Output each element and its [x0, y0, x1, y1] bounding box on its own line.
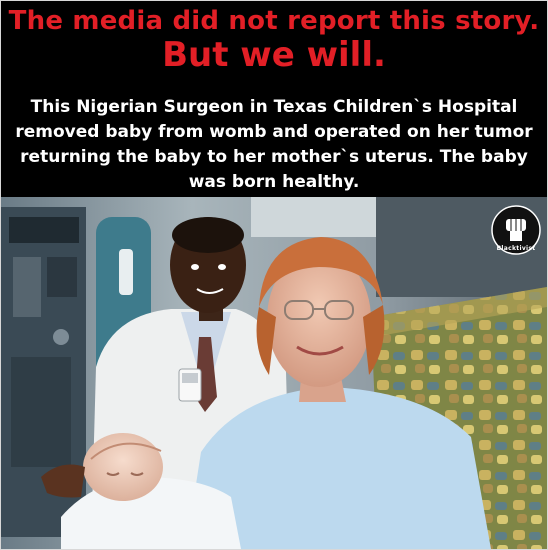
headline-line-2: But we will.: [162, 35, 386, 75]
meme-card: The media did not report this story. But…: [0, 0, 548, 550]
headline-line-1: The media did not report this story.: [8, 6, 540, 36]
hospital-photo: Blacktivist: [1, 197, 547, 549]
caption-text: This Nigerian Surgeon in Texas Children`…: [15, 97, 533, 192]
blacktivist-logo: Blacktivist: [491, 205, 541, 255]
watermark-label: Blacktivist: [497, 245, 536, 252]
header-panel: The media did not report this story. But…: [1, 1, 547, 197]
